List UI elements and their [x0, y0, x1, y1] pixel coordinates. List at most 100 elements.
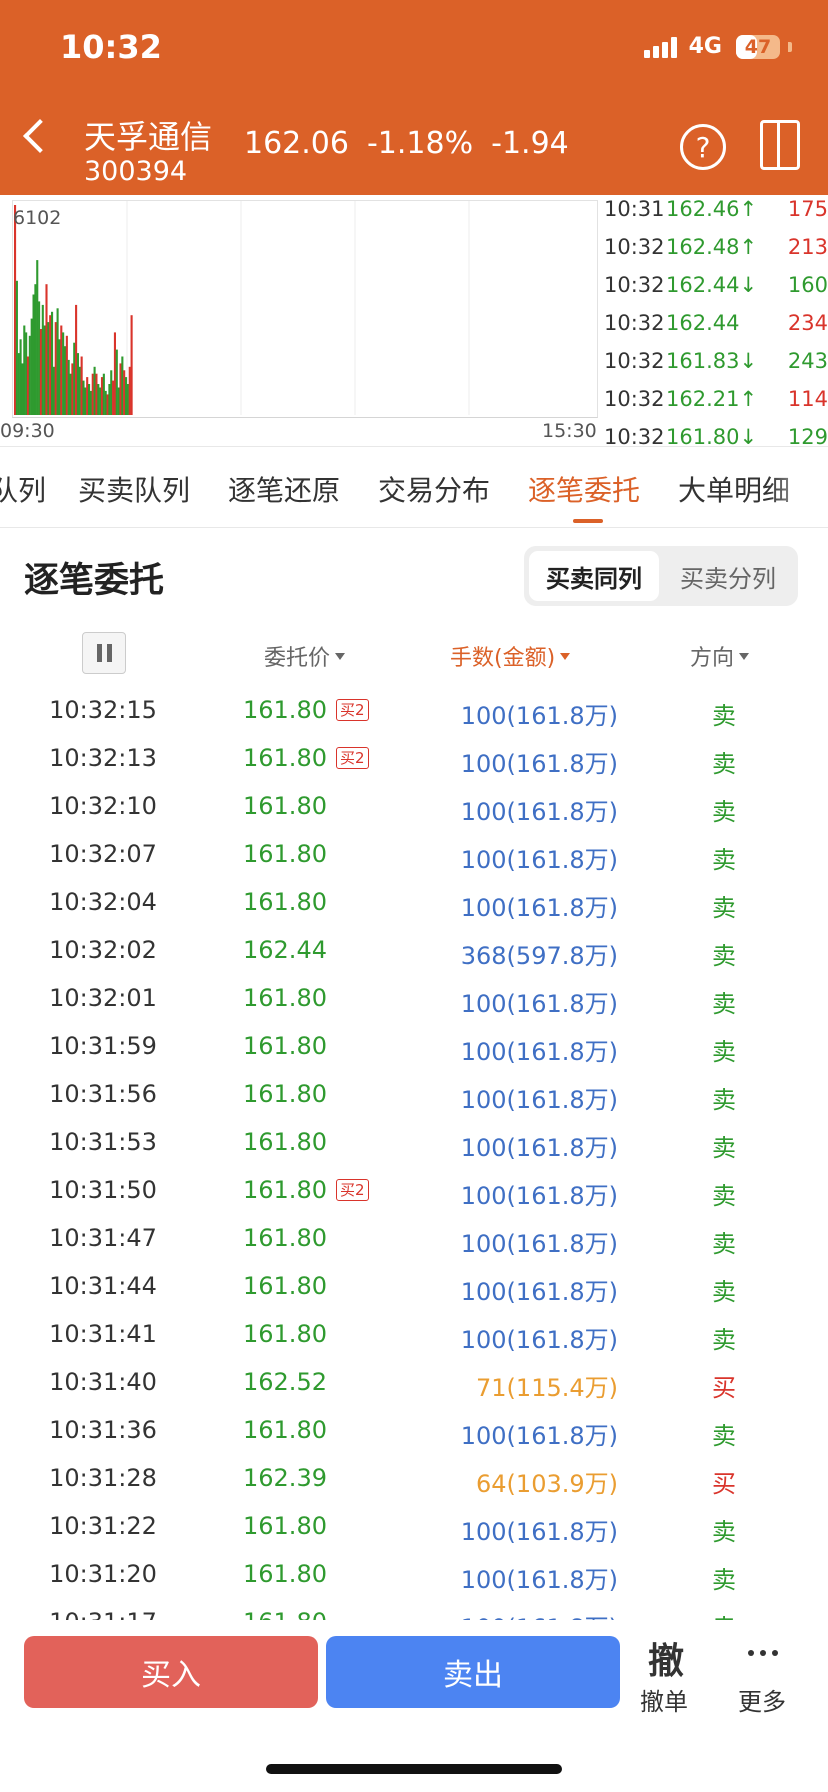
tick-row: 10:32 162.44↓ 160 [598, 266, 828, 304]
order-time: 10:31:22 [49, 1512, 157, 1540]
pause-button[interactable] [82, 632, 126, 674]
tab-2[interactable]: 逐笔还原 [228, 469, 340, 509]
col-direction[interactable]: 方向 [690, 640, 750, 672]
order-amount: 100(161.8万) [460, 1134, 618, 1162]
volume-bar [78, 366, 81, 415]
volume-bar [89, 390, 92, 415]
order-amount: 71(115.4万) [476, 1374, 618, 1402]
cancel-label[interactable]: 撤单 [640, 1682, 688, 1717]
volume-bar [75, 304, 78, 415]
volume-bar [65, 335, 68, 415]
volume-bar [97, 384, 100, 415]
stock-code: 300394 [84, 156, 188, 187]
sell-button[interactable]: 卖出 [326, 1636, 620, 1708]
tab-1[interactable]: 买卖队列 [78, 469, 190, 509]
order-amount: 100(161.8万) [461, 1608, 618, 1620]
order-row[interactable]: 10:32:10 161.80 100(161.8万) 卖 [0, 782, 828, 830]
order-row[interactable]: 10:32:07 161.80 100(161.8万) 卖 [0, 830, 828, 878]
volume-bar [71, 363, 74, 415]
order-time: 10:31:44 [49, 1272, 157, 1300]
status-icons: 4G 47 [643, 34, 792, 59]
order-row[interactable]: 10:31:50 161.80 买2 100(161.8万) 卖 [0, 1166, 828, 1214]
order-row[interactable]: 10:31:40 162.52 71(115.4万) 买 [0, 1358, 828, 1406]
order-time: 10:31:17 [0, 1608, 206, 1620]
order-time: 10:32:10 [49, 792, 157, 820]
order-time: 10:31:47 [49, 1224, 157, 1252]
order-row[interactable]: 10:31:44 161.80 100(161.8万) 卖 [0, 1262, 828, 1310]
order-direction: 卖 [712, 990, 736, 1018]
more-icon[interactable] [748, 1650, 778, 1656]
order-direction: 卖 [712, 1608, 736, 1620]
seg-split-column[interactable]: 买卖分列 [663, 551, 793, 601]
chart-x-end: 15:30 [542, 420, 597, 442]
order-row[interactable]: 10:31:53 161.80 100(161.8万) 卖 [0, 1118, 828, 1166]
volume-bar [128, 366, 131, 415]
tab-bar: 大单明细逐笔委托交易分布逐笔还原买卖队列队列 [0, 446, 828, 528]
more-label[interactable]: 更多 [738, 1682, 786, 1717]
order-row[interactable]: 10:31:36 161.80 100(161.8万) 卖 [0, 1406, 828, 1454]
volume-bar [113, 332, 116, 415]
tick-row: 10:32 161.83↓ 243 [598, 342, 828, 380]
sort-caret-icon [560, 652, 571, 660]
order-time: 10:32:02 [49, 936, 157, 964]
order-row[interactable]: 10:31:41 161.80 100(161.8万) 卖 [0, 1310, 828, 1358]
order-time: 10:31:20 [49, 1560, 157, 1588]
volume-chart: 6102 [12, 200, 598, 418]
order-row[interactable]: 10:32:04 161.80 100(161.8万) 卖 [0, 878, 828, 926]
tab-3[interactable]: 交易分布 [378, 469, 490, 509]
volume-bar [104, 390, 107, 415]
order-direction: 卖 [712, 1038, 736, 1066]
queue-tag: 买2 [336, 747, 369, 769]
col-price[interactable]: 委托价 [264, 640, 346, 672]
volume-bar [34, 284, 37, 415]
order-price: 161.80 [243, 744, 327, 772]
tab-0[interactable]: 队列 [0, 469, 46, 509]
volume-bar [115, 349, 118, 415]
volume-bar [51, 311, 54, 415]
landscape-icon[interactable] [760, 120, 800, 170]
tick-volume: 243 [787, 349, 828, 373]
order-list: 10:32:15 161.80 买2 100(161.8万) 卖 10:32:13 161.… [0, 686, 828, 1620]
col-amount[interactable]: 手数(金额) [450, 640, 571, 672]
order-row[interactable]: 10:31:56 161.80 100(161.8万) 卖 [0, 1070, 828, 1118]
tick-time: 10:32 [604, 387, 665, 411]
order-amount: 100(161.8万) [460, 1182, 618, 1210]
order-row[interactable]: 10:31:47 161.80 100(161.8万) 卖 [0, 1214, 828, 1262]
signal-icon [643, 36, 677, 58]
order-direction: 卖 [712, 1278, 736, 1306]
help-icon[interactable]: ? [680, 124, 726, 170]
order-row[interactable]: 10:32:15 161.80 买2 100(161.8万) 卖 [0, 686, 828, 734]
volume-bar [26, 356, 30, 415]
order-row[interactable]: 10:31:20 161.80 100(161.8万) 卖 [0, 1550, 828, 1598]
cancel-icon[interactable]: 撤 [648, 1632, 684, 1684]
seg-same-column[interactable]: 买卖同列 [529, 551, 659, 601]
order-row[interactable]: 10:31:59 161.80 100(161.8万) 卖 [0, 1022, 828, 1070]
back-icon[interactable] [23, 119, 57, 153]
volume-bar [14, 205, 17, 415]
volume-bar [112, 380, 115, 415]
tick-price: 162.44 [666, 311, 740, 335]
order-amount: 100(161.8万) [460, 750, 618, 778]
order-price: 161.80 [243, 1608, 327, 1620]
volume-bar [19, 339, 22, 415]
order-direction: 买 [712, 1374, 736, 1402]
order-row[interactable]: 10:32:02 162.44 368(597.8万) 卖 [0, 926, 828, 974]
order-row[interactable]: 10:31:22 161.80 100(161.8万) 卖 [0, 1502, 828, 1550]
order-amount: 100(161.8万) [460, 1326, 618, 1354]
order-row[interactable]: 10:31:17 161.80 100(161.8万) 卖 [0, 1598, 828, 1620]
queue-tag: 买2 [336, 1179, 369, 1201]
order-amount: 64(103.9万) [476, 1470, 618, 1498]
volume-bar [95, 373, 98, 415]
volume-bar [91, 373, 94, 415]
order-row[interactable]: 10:31:28 162.39 64(103.9万) 买 [0, 1454, 828, 1502]
volume-bar [30, 318, 33, 415]
buy-button[interactable]: 买入 [24, 1636, 318, 1708]
order-amount: 100(161.8万) [460, 1422, 618, 1450]
order-amount: 100(161.8万) [460, 798, 618, 826]
tick-volume: 175 [787, 197, 828, 221]
volume-bar [36, 260, 39, 415]
tab-4[interactable]: 逐笔委托 [528, 469, 640, 509]
order-row[interactable]: 10:32:13 161.80 买2 100(161.8万) 卖 [0, 734, 828, 782]
order-row[interactable]: 10:32:01 161.80 100(161.8万) 卖 [0, 974, 828, 1022]
order-price: 161.80 [243, 840, 327, 868]
